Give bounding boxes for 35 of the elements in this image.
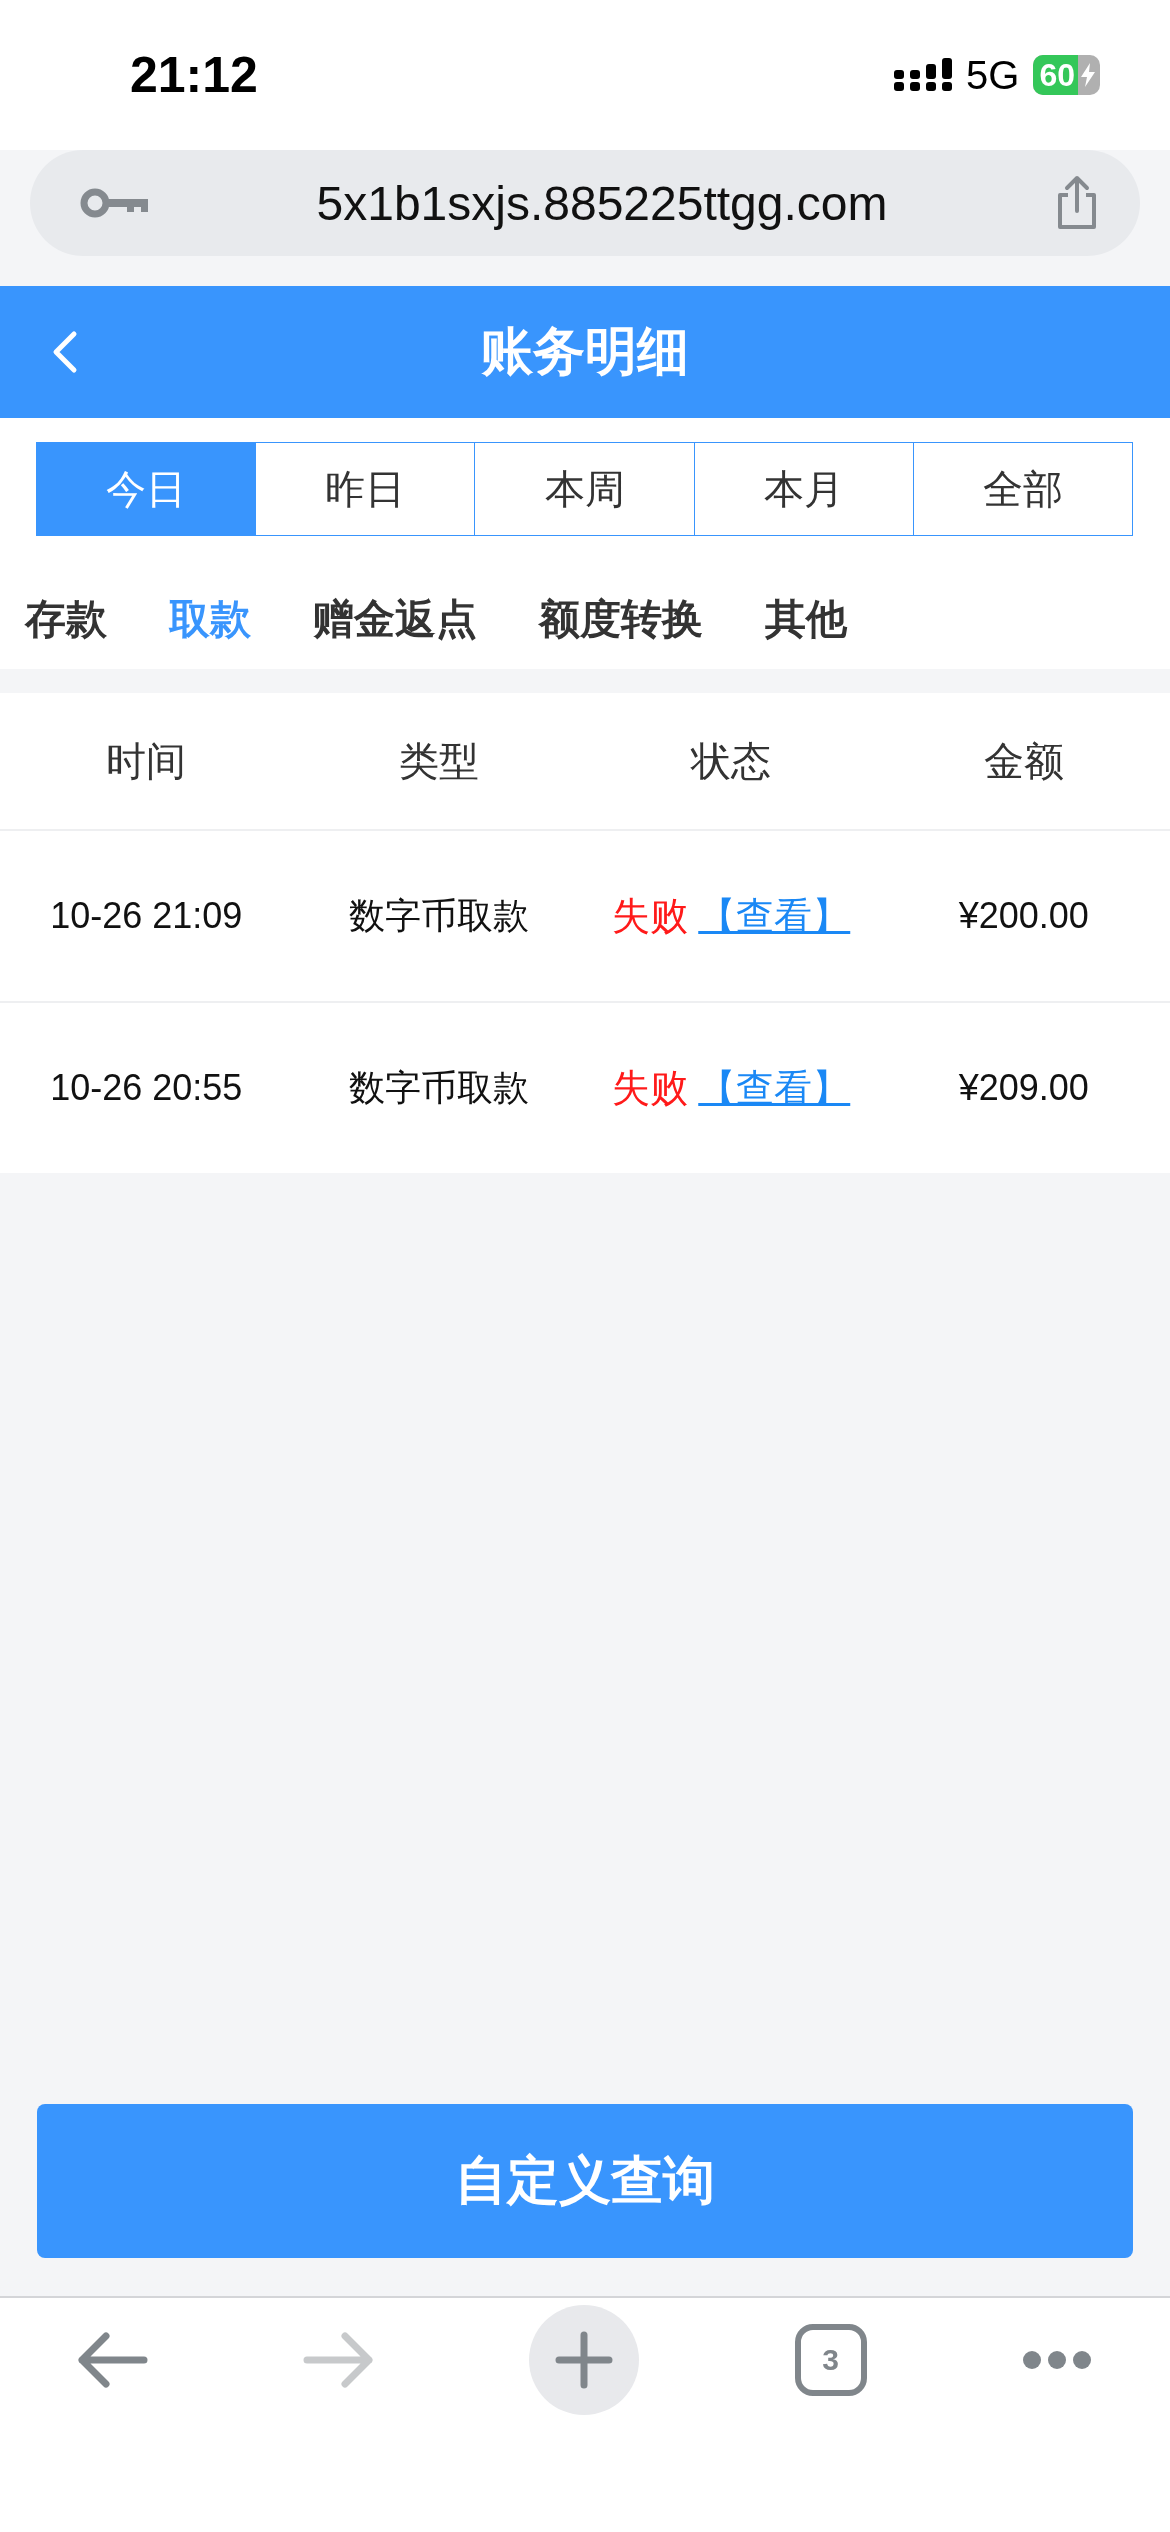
category-tab[interactable]: 额度转换 — [539, 592, 703, 647]
column-header: 金额 — [983, 737, 1064, 785]
signal-icon — [894, 58, 953, 92]
view-link[interactable]: 【查看】 — [698, 1062, 851, 1114]
address-bar[interactable]: 5x1b1sxjs.885225ttgg.com — [30, 150, 1140, 256]
date-tab[interactable]: 昨日 — [255, 442, 476, 536]
table-cell: 10-26 20:55 — [50, 1067, 243, 1109]
table-cell: ¥200.00 — [958, 895, 1089, 937]
table-cell: ¥209.00 — [958, 1067, 1089, 1109]
column-header: 时间 — [106, 737, 187, 785]
category-tab[interactable]: 其他 — [765, 592, 847, 647]
category-tab[interactable]: 赠金返点 — [313, 592, 477, 647]
url-text: 5x1b1sxjs.885225ttgg.com — [316, 175, 888, 231]
date-tab[interactable]: 本月 — [693, 442, 914, 536]
column-header: 状态 — [691, 737, 772, 785]
network-label: 5G — [966, 52, 1020, 98]
date-tab[interactable]: 本周 — [474, 442, 695, 536]
column-header: 类型 — [398, 737, 479, 785]
more-icon[interactable] — [1022, 2350, 1093, 2370]
view-link[interactable]: 【查看】 — [698, 890, 851, 942]
tab-count-button[interactable]: 3 — [794, 2324, 867, 2396]
table-cell-text: 数字币取款 — [348, 893, 529, 938]
category-tab[interactable]: 存款 — [25, 592, 107, 647]
key-icon — [80, 188, 150, 218]
status-text: 失败 — [612, 1065, 689, 1111]
status-text: 失败 — [612, 893, 689, 939]
date-tab[interactable]: 全部 — [912, 442, 1133, 536]
table-cell-text: 数字币取款 — [348, 1065, 529, 1110]
battery-indicator: 60 — [1033, 55, 1100, 95]
plus-icon[interactable] — [529, 2305, 639, 2415]
back-icon[interactable] — [52, 330, 78, 374]
page-title: 账务明细 — [481, 321, 689, 382]
table-cell: 10-26 21:09 — [50, 895, 243, 937]
status-time: 21:12 — [130, 46, 258, 104]
back-arrow-icon[interactable] — [77, 2330, 148, 2390]
